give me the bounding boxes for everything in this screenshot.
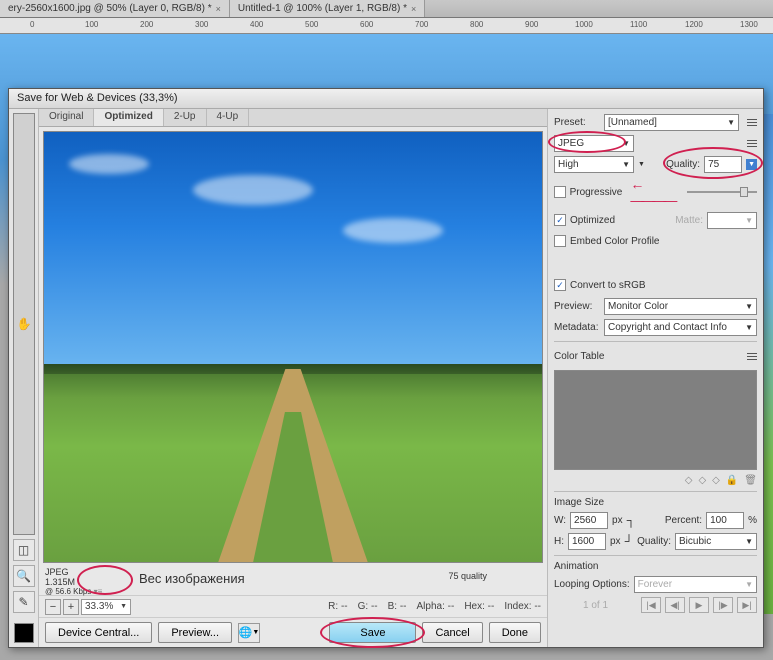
- close-icon[interactable]: ×: [216, 4, 221, 14]
- tab-label: ery-2560x1600.jpg @ 50% (Layer 0, RGB/8)…: [8, 3, 212, 14]
- ct-icon[interactable]: 🔒: [726, 475, 738, 486]
- zoom-value[interactable]: 33.3% ▼: [81, 599, 131, 615]
- width-label: W:: [554, 515, 566, 526]
- matte-label: Matte:: [675, 215, 703, 226]
- annotation-arrow: ←————: [630, 176, 683, 208]
- colortable-label: Color Table: [554, 351, 604, 362]
- cancel-button[interactable]: Cancel: [422, 622, 482, 643]
- hand-tool-icon[interactable]: ✋: [13, 113, 35, 535]
- save-button[interactable]: Save: [329, 622, 416, 643]
- last-frame-icon[interactable]: ▶|: [737, 597, 757, 613]
- dialog-title: Save for Web & Devices (33,3%): [9, 89, 763, 109]
- preset-label: Preset:: [554, 117, 600, 128]
- matte-select[interactable]: ▼: [707, 212, 757, 229]
- prev-frame-icon[interactable]: ◀|: [665, 597, 685, 613]
- save-for-web-dialog: Save for Web & Devices (33,3%) ✋ ◫ 🔍 ✎ O…: [8, 88, 764, 648]
- device-central-button[interactable]: Device Central...: [45, 622, 152, 643]
- quality-slider[interactable]: [687, 185, 757, 199]
- image-info: JPEG 1.315M @ 56.6 Kbps ▾≡ Вес изображен…: [39, 567, 547, 595]
- play-icon[interactable]: ▶: [689, 597, 709, 613]
- zoom-out-button[interactable]: −: [45, 599, 61, 615]
- progressive-label: Progressive: [570, 187, 623, 198]
- zoom-in-button[interactable]: +: [63, 599, 79, 615]
- percent-label: Percent:: [665, 515, 702, 526]
- convert-label: Convert to sRGB: [570, 280, 646, 291]
- quality-preset-select[interactable]: High▼: [554, 156, 634, 173]
- ct-icon[interactable]: ◇: [712, 475, 720, 486]
- flyout-menu-icon[interactable]: [743, 119, 757, 126]
- percent-input[interactable]: 100: [706, 512, 744, 529]
- info-size: 1.315M: [45, 577, 75, 587]
- quality-input[interactable]: 75: [704, 156, 742, 173]
- format-select[interactable]: JPEG▼: [554, 135, 634, 152]
- zoom-tool-icon[interactable]: 🔍: [13, 565, 35, 587]
- tab-4up[interactable]: 4-Up: [207, 109, 250, 126]
- embed-label: Embed Color Profile: [570, 236, 659, 247]
- optimized-checkbox[interactable]: ✓: [554, 214, 566, 226]
- tab-optimized[interactable]: Optimized: [94, 109, 163, 126]
- preview-label: Preview:: [554, 301, 600, 312]
- dialog-toolbar: ✋ ◫ 🔍 ✎: [9, 109, 39, 647]
- next-frame-icon[interactable]: |▶: [713, 597, 733, 613]
- dialog-buttons: Device Central... Preview... 🌐▼ Save Can…: [39, 617, 547, 647]
- preset-select[interactable]: [Unnamed]▼: [604, 114, 739, 131]
- imagesize-title: Image Size: [554, 497, 757, 508]
- preview-button[interactable]: Preview...: [158, 622, 232, 643]
- width-input[interactable]: 2560: [570, 512, 608, 529]
- flyout-menu-icon[interactable]: [743, 353, 757, 360]
- metadata-select[interactable]: Copyright and Contact Info▼: [604, 319, 757, 336]
- first-frame-icon[interactable]: |◀: [641, 597, 661, 613]
- height-input[interactable]: 1600: [568, 533, 606, 550]
- zoom-bar: − + 33.3% ▼ R: -- G: -- B: -- Alpha: -- …: [39, 595, 547, 617]
- resize-quality-label: Quality:: [637, 536, 671, 547]
- metadata-label: Metadata:: [554, 322, 600, 333]
- optimized-label: Optimized: [570, 215, 615, 226]
- resize-quality-select[interactable]: Bicubic▼: [675, 533, 757, 550]
- browser-preview-icon[interactable]: 🌐▼: [238, 623, 260, 643]
- loop-select[interactable]: Forever▼: [634, 576, 757, 593]
- info-quality: 75 quality: [448, 571, 487, 581]
- done-button[interactable]: Done: [489, 622, 541, 643]
- preview-select[interactable]: Monitor Color▼: [604, 298, 757, 315]
- quality-label: Quality:: [666, 159, 700, 170]
- image-preview[interactable]: [43, 131, 543, 563]
- annotation-text: Вес изображения: [139, 571, 245, 586]
- tab-2up[interactable]: 2-Up: [164, 109, 207, 126]
- ct-icon[interactable]: ◇: [698, 475, 706, 486]
- ct-icon[interactable]: 🗑: [744, 475, 757, 486]
- document-tabs: ery-2560x1600.jpg @ 50% (Layer 0, RGB/8)…: [0, 0, 773, 18]
- slice-tool-icon[interactable]: ◫: [13, 539, 35, 561]
- document-tab[interactable]: ery-2560x1600.jpg @ 50% (Layer 0, RGB/8)…: [0, 0, 230, 17]
- info-format: JPEG: [45, 567, 102, 577]
- tab-original[interactable]: Original: [39, 109, 94, 126]
- embed-profile-checkbox[interactable]: [554, 235, 566, 247]
- close-icon[interactable]: ×: [411, 4, 416, 14]
- flyout-menu-icon[interactable]: [743, 140, 757, 147]
- preview-tabs: Original Optimized 2-Up 4-Up: [39, 109, 547, 127]
- eyedropper-tool-icon[interactable]: ✎: [13, 591, 35, 613]
- convert-srgb-checkbox[interactable]: ✓: [554, 279, 566, 291]
- frame-count: 1 of 1: [583, 600, 608, 611]
- color-table[interactable]: [554, 370, 757, 470]
- colortable-icons: ◇ ◇ ◇ 🔒 🗑: [554, 475, 757, 486]
- color-swatch[interactable]: [14, 623, 34, 643]
- tab-label: Untitled-1 @ 100% (Layer 1, RGB/8) *: [238, 3, 407, 14]
- loop-label: Looping Options:: [554, 579, 630, 590]
- progressive-checkbox[interactable]: [554, 186, 566, 198]
- settings-panel: Preset: [Unnamed]▼ JPEG▼ High▼ ▼ Quality…: [547, 109, 763, 647]
- ruler-horizontal[interactable]: 0100200300400500600700800900100011001200…: [0, 18, 773, 34]
- height-label: H:: [554, 536, 564, 547]
- animation-title: Animation: [554, 561, 757, 572]
- ct-icon[interactable]: ◇: [685, 475, 693, 486]
- document-tab[interactable]: Untitled-1 @ 100% (Layer 1, RGB/8) * ×: [230, 0, 425, 17]
